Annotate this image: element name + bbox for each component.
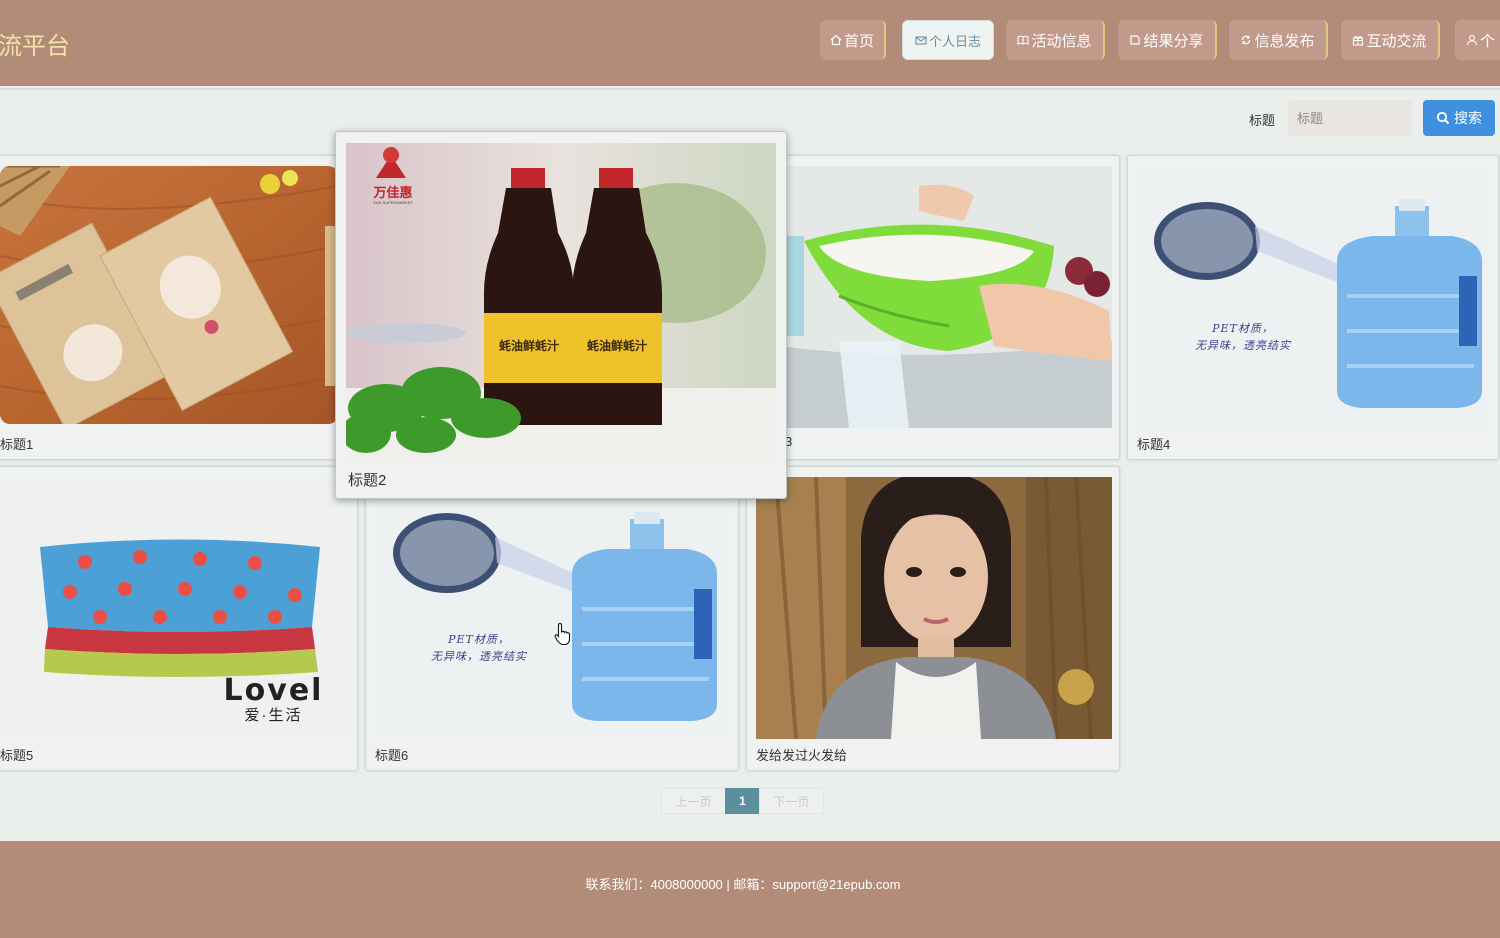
card-image-oyster-sauce[interactable]: 万佳惠 SUN SUPERMARKET 蚝油鲜蚝汁 蚝油鲜蚝汁 (346, 143, 776, 461)
brand-logo: 万佳惠 SUN SUPERMARKET (372, 185, 413, 205)
list-item[interactable]: 3 (770, 155, 1120, 460)
pet-text: PET材质， 无异味，透亮结实 (1195, 322, 1291, 352)
user-icon (1466, 34, 1478, 46)
mail-icon (915, 34, 927, 46)
header-divider (0, 88, 1500, 90)
nav-label: 互动交流 (1366, 31, 1427, 50)
nav-personal[interactable]: 个 (1455, 20, 1500, 60)
search-button[interactable]: 搜索 (1423, 100, 1495, 136)
pagination-prev[interactable]: 上一页 (661, 788, 726, 814)
nav-label: 个人日志 (928, 34, 981, 50)
nav-label: 个 (1480, 31, 1496, 50)
card-caption: 发给发过火发给 (756, 748, 848, 763)
home-icon (830, 34, 842, 46)
nav-home[interactable]: 首页 (820, 20, 886, 60)
nav-label: 活动信息 (1031, 31, 1092, 50)
pagination-current[interactable]: 1 (725, 788, 760, 814)
card-caption: 标题1 (0, 437, 34, 452)
card-image-rice-basket[interactable] (779, 166, 1112, 428)
card-image-toothpick-boxes[interactable] (0, 166, 338, 424)
search-input[interactable] (1288, 100, 1412, 136)
list-item[interactable]: PET材质， 无异味，透亮结实 标题4 (1127, 155, 1499, 460)
pet-text: PET材质， 无异味，透亮结实 (431, 633, 527, 663)
header: 流平台 首页 个人日志 活动信息 结果分享 信息发布 互动交流 个 (0, 0, 1500, 86)
card-image-towels[interactable]: Lovel 爱·生活 (0, 477, 349, 739)
pagination-next[interactable]: 下一页 (759, 788, 824, 814)
book-icon (1017, 34, 1030, 46)
card-caption: 标题5 (0, 748, 34, 763)
nav-label: 信息发布 (1254, 31, 1315, 50)
footer: 联系我们：4008000000 | 邮箱：support@21epub.com (0, 841, 1500, 938)
search-label: 标题 (1249, 113, 1276, 128)
card-caption: 标题4 (1137, 437, 1171, 452)
card-caption: 标题2 (348, 472, 387, 489)
card-image-woman-portrait[interactable] (756, 477, 1112, 739)
footer-contact: 联系我们：4008000000 | 邮箱：support@21epub.com (585, 877, 901, 892)
hand-cursor-icon (554, 622, 571, 646)
lovel-logo: Lovel 爱·生活 (223, 673, 324, 725)
nav-label: 结果分享 (1143, 31, 1204, 50)
nav-interaction[interactable]: 互动交流 (1341, 20, 1440, 60)
nav-personal-log[interactable]: 个人日志 (902, 20, 994, 60)
list-item[interactable]: Lovel 爱·生活 标题5 (0, 466, 358, 771)
refresh-icon (1240, 34, 1252, 46)
list-item[interactable]: PET材质， 无异味，透亮结实 标题6 (365, 466, 739, 771)
nav-result-share[interactable]: 结果分享 (1118, 20, 1217, 60)
search-icon (1436, 111, 1450, 125)
gift-icon (1352, 34, 1364, 46)
card-image-water-jug[interactable]: PET材质， 无异味，透亮结实 (1137, 166, 1490, 428)
bottle-label: 蚝油鲜蚝汁 (586, 339, 647, 353)
card-caption: 标题6 (375, 748, 409, 763)
share-icon (1129, 34, 1141, 46)
nav-label: 首页 (843, 31, 874, 50)
bottle-label: 蚝油鲜蚝汁 (498, 339, 559, 353)
site-logo[interactable]: 流平台 (0, 26, 70, 61)
nav-info-publish[interactable]: 信息发布 (1229, 20, 1328, 60)
list-item[interactable]: 发给发过火发给 (746, 466, 1120, 771)
nav-activity-info[interactable]: 活动信息 (1006, 20, 1105, 60)
list-item[interactable]: 标题1 (0, 155, 348, 460)
list-item-hovered[interactable]: 万佳惠 SUN SUPERMARKET 蚝油鲜蚝汁 蚝油鲜蚝汁 标题2 (335, 131, 787, 499)
card-image-water-jug[interactable]: PET材质， 无异味，透亮结实 (375, 477, 730, 739)
